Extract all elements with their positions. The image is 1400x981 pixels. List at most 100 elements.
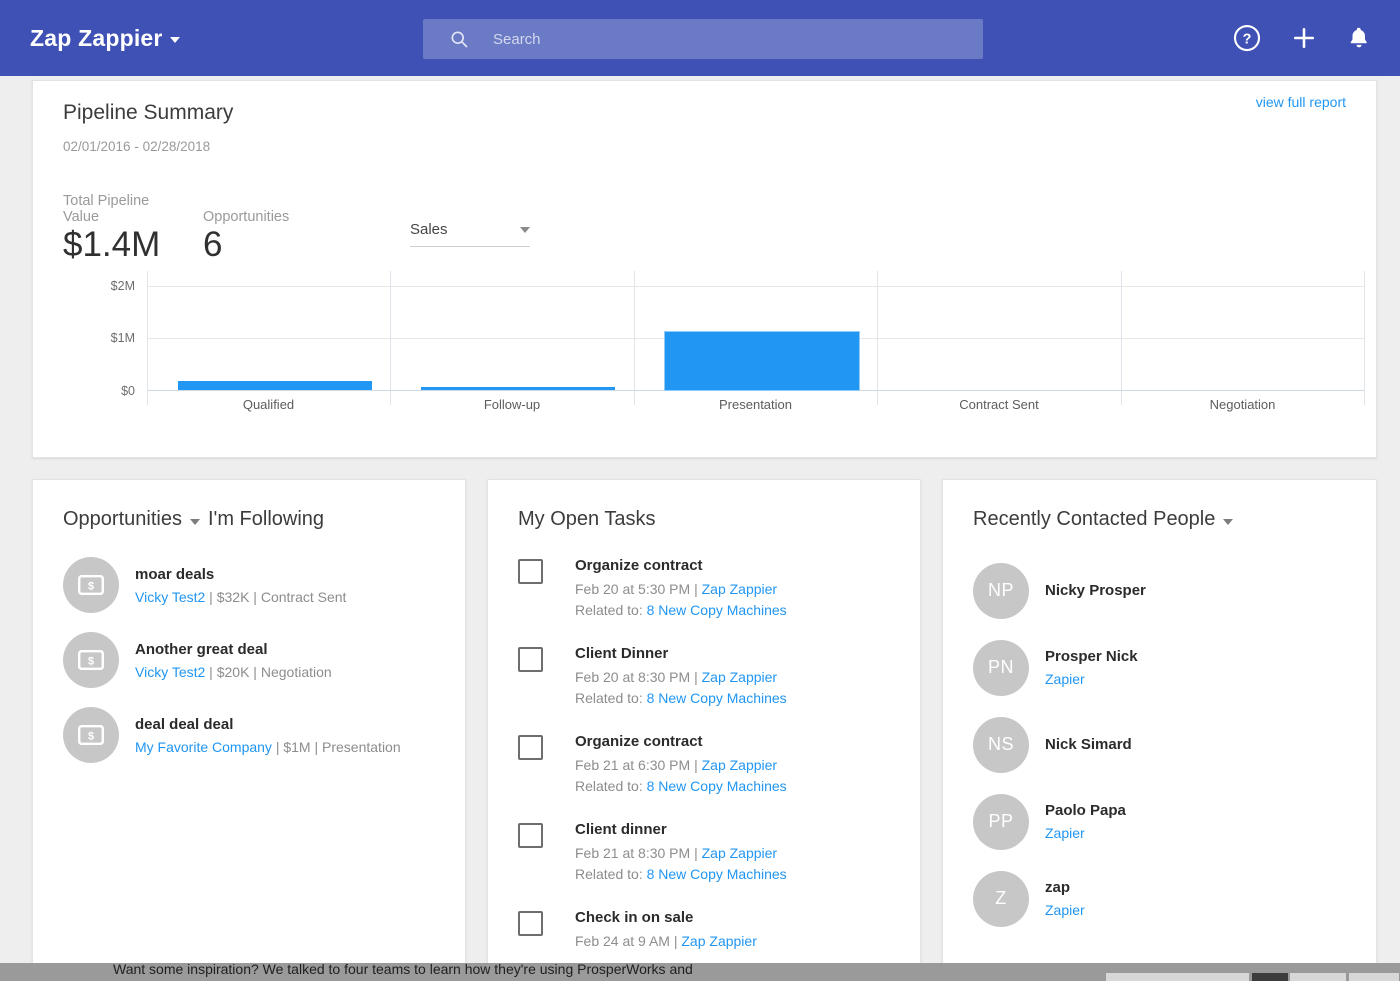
list-item[interactable]: PP Paolo Papa Zapier <box>973 788 1346 855</box>
opportunity-stage: Presentation <box>322 739 401 755</box>
related-link[interactable]: 8 New Copy Machines <box>647 602 787 618</box>
taskbar-tile[interactable] <box>1105 973 1250 981</box>
stat-label: Total Pipeline Value <box>63 193 163 225</box>
company-link[interactable]: Vicky Test2 <box>135 589 205 605</box>
task-owner-link[interactable]: Zap Zappier <box>702 757 777 773</box>
task-owner-link[interactable]: Zap Zappier <box>702 581 777 597</box>
notifications-bell-icon[interactable] <box>1346 25 1372 51</box>
bar-presentation[interactable] <box>665 332 859 390</box>
axis-baseline <box>147 390 1365 391</box>
nav-icon-group: ? <box>1232 0 1372 76</box>
chart-y-axis: $0 $1M $2M <box>33 271 135 391</box>
task-when: Feb 20 at 8:30 PM | Zap Zappier <box>575 669 787 685</box>
task-when: Feb 20 at 5:30 PM | Zap Zappier <box>575 581 787 597</box>
person-name: zap <box>1045 879 1085 896</box>
related-link[interactable]: 8 New Copy Machines <box>647 778 787 794</box>
caret-down-icon[interactable] <box>190 519 200 525</box>
column-separator <box>147 271 148 405</box>
category-label: Follow-up <box>390 397 634 412</box>
person-name: Prosper Nick <box>1045 648 1138 665</box>
task-related: Related to: 8 New Copy Machines <box>575 602 787 618</box>
list-item-body: Paolo Papa Zapier <box>1045 802 1126 841</box>
column-separator <box>1121 271 1122 405</box>
list-item[interactable]: NS Nick Simard <box>973 711 1346 778</box>
opportunity-meta: Vicky Test2 | $32K | Contract Sent <box>135 589 346 605</box>
caret-down-icon <box>170 37 180 43</box>
person-company-link[interactable]: Zapier <box>1045 902 1085 918</box>
search-box[interactable] <box>423 19 983 59</box>
people-title: Recently Contacted People <box>973 508 1215 531</box>
taskbar-tile[interactable] <box>1348 973 1400 981</box>
task-owner-link[interactable]: Zap Zappier <box>681 933 756 949</box>
task-checkbox[interactable] <box>518 647 543 672</box>
task-owner-link[interactable]: Zap Zappier <box>702 845 777 861</box>
bottom-banner-text: Want some inspiration? We talked to four… <box>113 963 693 977</box>
opportunities-title[interactable]: Opportunities <box>63 508 182 531</box>
task-when: Feb 21 at 8:30 PM | Zap Zappier <box>575 845 787 861</box>
company-link[interactable]: My Favorite Company <box>135 739 272 755</box>
search-input[interactable] <box>491 30 983 49</box>
view-full-report-link[interactable]: view full report <box>1256 94 1346 110</box>
task-title: Check in on sale <box>575 909 757 926</box>
stat-total-pipeline-value: Total Pipeline Value $1.4M <box>63 193 163 264</box>
search-icon <box>449 29 469 49</box>
list-item[interactable]: $ Another great deal Vicky Test2 | $20K … <box>63 632 435 688</box>
list-item[interactable]: Z zap Zapier <box>973 865 1346 932</box>
related-link[interactable]: 8 New Copy Machines <box>647 690 787 706</box>
table-row[interactable]: Client dinner Feb 21 at 8:30 PM | Zap Za… <box>518 821 890 887</box>
task-checkbox[interactable] <box>518 823 543 848</box>
taskbar-tile[interactable] <box>1289 973 1347 981</box>
related-link[interactable]: 8 New Copy Machines <box>647 866 787 882</box>
taskbar-active-tile[interactable] <box>1252 973 1288 981</box>
pipeline-filter-select[interactable]: Sales <box>410 221 530 247</box>
avatar: PN <box>973 640 1029 696</box>
task-checkbox[interactable] <box>518 559 543 584</box>
task-body: Check in on sale Feb 24 at 9 AM | Zap Za… <box>575 909 757 954</box>
bar-qualified[interactable] <box>178 381 372 390</box>
task-title: Organize contract <box>575 733 787 750</box>
pipeline-bar-chart: $0 $1M $2M <box>33 271 1378 411</box>
task-related: Related to: 8 New Copy Machines <box>575 866 787 882</box>
avatar: $ <box>63 557 119 613</box>
column-separator <box>1364 271 1365 405</box>
list-item-body: moar deals Vicky Test2 | $32K | Contract… <box>135 566 346 605</box>
opportunities-list: $ moar deals Vicky Test2 | $32K | Contra… <box>33 531 465 763</box>
chart-plot-area: Qualified Follow-up Presentation Contrac… <box>147 271 1365 391</box>
task-body: Organize contract Feb 20 at 5:30 PM | Za… <box>575 557 787 623</box>
person-company-link[interactable]: Zapier <box>1045 671 1138 687</box>
bar-follow-up[interactable] <box>421 387 615 390</box>
add-icon[interactable] <box>1290 24 1318 52</box>
help-icon[interactable]: ? <box>1232 23 1262 53</box>
open-tasks-card-header: My Open Tasks <box>488 480 920 531</box>
brand-menu[interactable]: Zap Zappier <box>30 25 180 52</box>
list-item-body: Another great deal Vicky Test2 | $20K | … <box>135 641 332 680</box>
task-title: Client dinner <box>575 821 787 838</box>
list-item-body: zap Zapier <box>1045 879 1085 918</box>
table-row[interactable]: Organize contract Feb 20 at 5:30 PM | Za… <box>518 557 890 623</box>
opportunity-stage: Negotiation <box>261 664 332 680</box>
opportunity-amount: $20K <box>217 664 250 680</box>
list-item[interactable]: NP Nicky Prosper <box>973 557 1346 624</box>
list-item-body: Nick Simard <box>1045 736 1132 753</box>
opportunity-stage: Contract Sent <box>261 589 347 605</box>
task-checkbox[interactable] <box>518 735 543 760</box>
category-label: Contract Sent <box>877 397 1121 412</box>
avatar: $ <box>63 707 119 763</box>
list-item[interactable]: PN Prosper Nick Zapier <box>973 634 1346 701</box>
avatar-initials: PP <box>988 811 1013 832</box>
list-item-body: Nicky Prosper <box>1045 582 1146 599</box>
table-row[interactable]: Check in on sale Feb 24 at 9 AM | Zap Za… <box>518 909 890 954</box>
task-owner-link[interactable]: Zap Zappier <box>702 669 777 685</box>
column-separator <box>877 271 878 405</box>
task-checkbox[interactable] <box>518 911 543 936</box>
table-row[interactable]: Organize contract Feb 21 at 6:30 PM | Za… <box>518 733 890 799</box>
company-link[interactable]: Vicky Test2 <box>135 664 205 680</box>
caret-down-icon[interactable] <box>1223 519 1233 525</box>
list-item[interactable]: $ moar deals Vicky Test2 | $32K | Contra… <box>63 557 435 613</box>
list-item-body: Prosper Nick Zapier <box>1045 648 1138 687</box>
table-row[interactable]: Client Dinner Feb 20 at 8:30 PM | Zap Za… <box>518 645 890 711</box>
people-list: NP Nicky Prosper PN Prosper Nick Zapier <box>943 531 1376 932</box>
person-company-link[interactable]: Zapier <box>1045 825 1126 841</box>
list-item[interactable]: $ deal deal deal My Favorite Company | $… <box>63 707 435 763</box>
avatar: Z <box>973 871 1029 927</box>
